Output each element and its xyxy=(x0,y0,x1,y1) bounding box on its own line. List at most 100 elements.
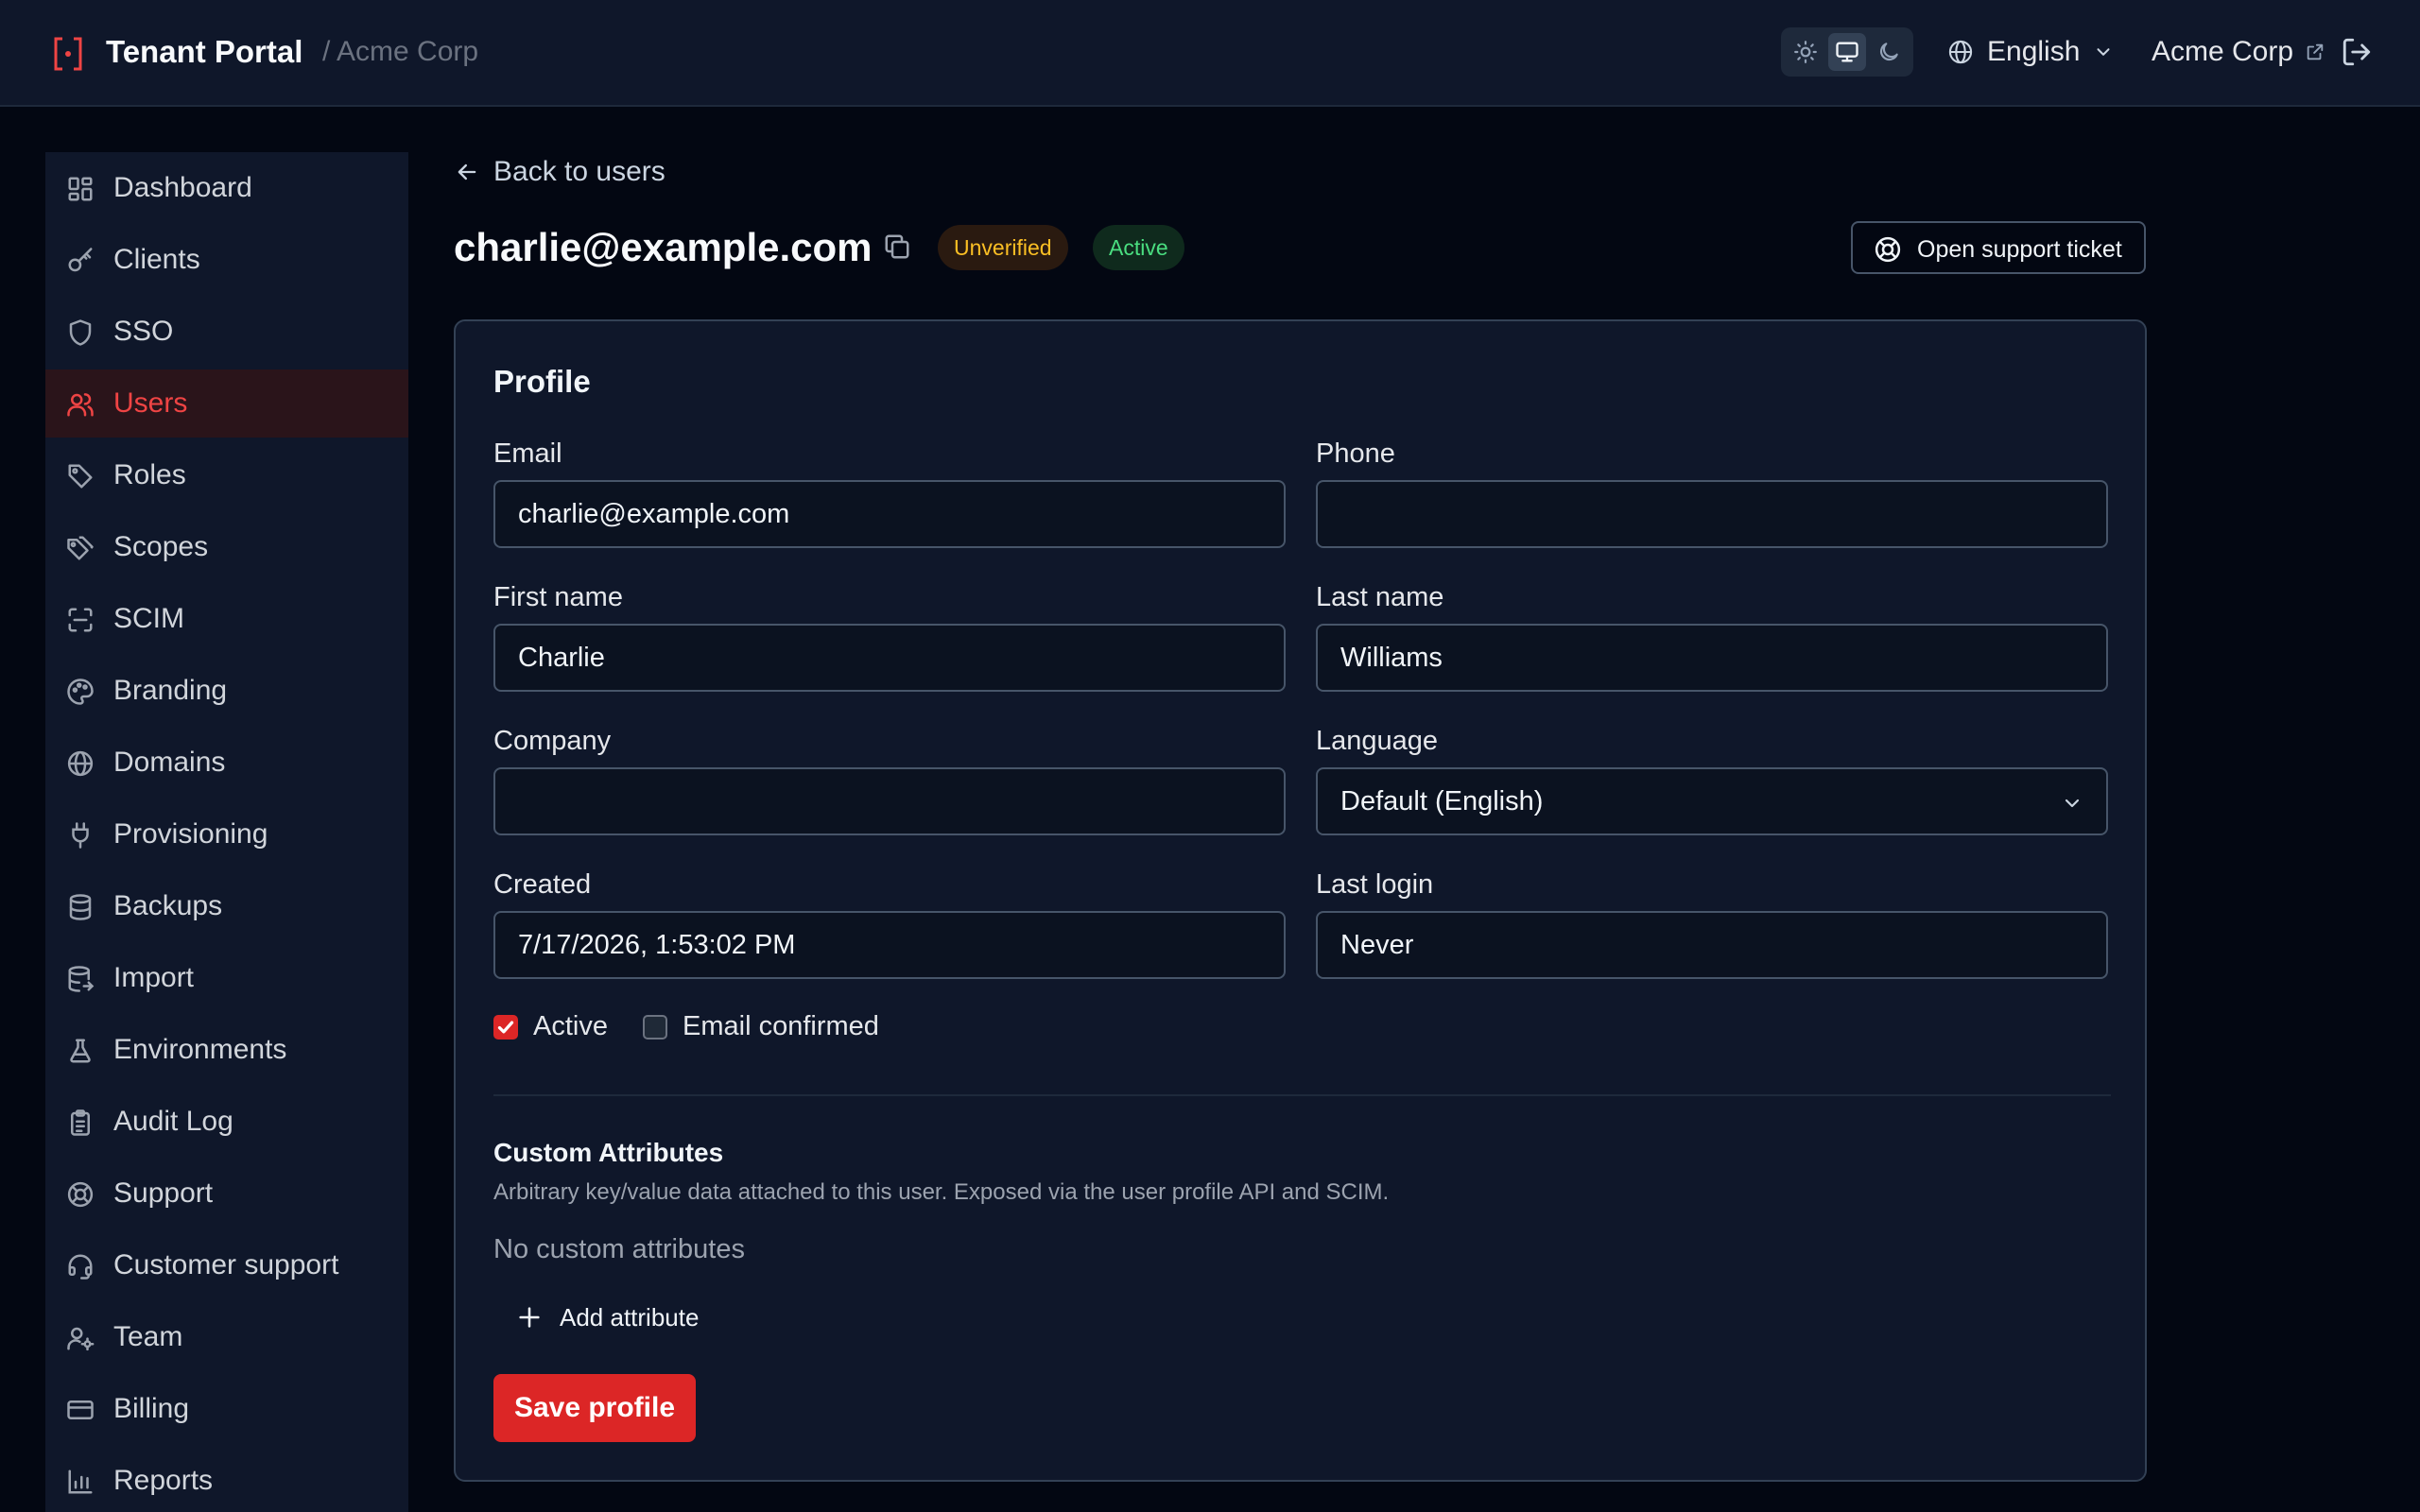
back-link-label: Back to users xyxy=(493,156,666,187)
add-attribute-label: Add attribute xyxy=(560,1303,700,1332)
sidebar-item-environments[interactable]: Environments xyxy=(45,1016,408,1084)
sidebar-item-reports[interactable]: Reports xyxy=(45,1447,408,1512)
breadcrumb: / Acme Corp xyxy=(322,36,479,67)
external-link-icon xyxy=(2307,43,2324,60)
sidebar-item-roles[interactable]: Roles xyxy=(45,441,408,509)
theme-switcher xyxy=(1781,27,1913,77)
last-login-field: Never xyxy=(1316,911,2108,979)
status-badge: Active xyxy=(1093,225,1184,270)
team-icon xyxy=(67,1327,95,1351)
active-checkbox[interactable] xyxy=(493,1015,518,1040)
sidebar-item-label: Environments xyxy=(113,1034,287,1065)
sidebar-item-import[interactable]: Import xyxy=(45,944,408,1012)
sidebar-item-provisioning[interactable]: Provisioning xyxy=(45,800,408,868)
sidebar-item-label: Customer support xyxy=(113,1249,339,1280)
sidebar-item-label: Support xyxy=(113,1177,214,1209)
language-label: English xyxy=(1987,36,2081,67)
checkmark-icon xyxy=(497,1021,514,1034)
clipboard-icon xyxy=(71,1109,90,1136)
active-checkbox-label: Active xyxy=(533,1011,608,1041)
plug-icon xyxy=(72,822,89,849)
copy-email-button[interactable] xyxy=(883,232,913,263)
first-name-label: First name xyxy=(493,582,623,612)
language-label: Language xyxy=(1316,726,1439,756)
sidebar-item-scopes[interactable]: Scopes xyxy=(45,513,408,581)
logout-icon xyxy=(2342,38,2371,66)
created-field: 7/17/2026, 1:53:02 PM xyxy=(493,911,1286,979)
logout-button[interactable] xyxy=(2341,36,2375,70)
sidebar-item-label: Billing xyxy=(113,1393,190,1424)
phone-field[interactable] xyxy=(1316,480,2108,548)
theme-light-button[interactable] xyxy=(1787,33,1824,71)
save-profile-button[interactable]: Save profile xyxy=(493,1374,696,1442)
chevron-down-icon xyxy=(2065,799,2080,808)
sidebar-item-customer-support[interactable]: Customer support xyxy=(45,1231,408,1299)
life-buoy-icon xyxy=(67,1181,94,1208)
sidebar-item-support[interactable]: Support xyxy=(45,1160,408,1228)
custom-attributes-title: Custom Attributes xyxy=(493,1138,724,1167)
open-support-ticket-button[interactable]: Open support ticket xyxy=(1851,221,2146,274)
sidebar-item-label: SSO xyxy=(113,316,174,347)
org-link[interactable]: Acme Corp xyxy=(2152,31,2325,73)
sidebar-item-billing[interactable]: Billing xyxy=(45,1375,408,1443)
sidebar-item-branding[interactable]: Branding xyxy=(45,657,408,725)
flask-icon xyxy=(70,1039,91,1063)
support-button-label: Open support ticket xyxy=(1917,236,2122,263)
created-label: Created xyxy=(493,869,592,900)
language-select-value: Default (English) xyxy=(1340,786,1544,816)
profile-card: Profile Email charlie@example.com Phone … xyxy=(454,319,2147,1482)
email-field[interactable]: charlie@example.com xyxy=(493,480,1286,548)
sidebar-item-domains[interactable]: Domains xyxy=(45,729,408,797)
theme-dark-button[interactable] xyxy=(1870,33,1908,71)
sidebar-item-clients[interactable]: Clients xyxy=(45,226,408,294)
custom-attributes-empty: No custom attributes xyxy=(493,1234,745,1264)
monitor-icon xyxy=(1836,42,1858,62)
arrow-left-icon xyxy=(458,163,476,180)
sidebar-item-scim[interactable]: SCIM xyxy=(45,585,408,653)
sidebar-item-label: SCIM xyxy=(113,603,184,634)
sidebar-item-label: Domains xyxy=(113,747,226,778)
company-field[interactable] xyxy=(493,767,1286,835)
page-title: charlie@example.com xyxy=(454,225,873,269)
sidebar-item-team[interactable]: Team xyxy=(45,1303,408,1371)
phone-label: Phone xyxy=(1316,438,1395,469)
bar-chart-icon xyxy=(68,1469,93,1494)
sidebar-item-audit-log[interactable]: Audit Log xyxy=(45,1088,408,1156)
last-name-field[interactable]: Williams xyxy=(1316,624,2108,692)
sidebar-item-label: Roles xyxy=(113,459,186,490)
sidebar-item-label: Backups xyxy=(113,890,223,921)
key-icon xyxy=(68,248,93,272)
language-selector[interactable]: English xyxy=(1947,31,2114,73)
sidebar-item-dashboard[interactable]: Dashboard xyxy=(45,154,408,222)
sidebar-item-label: Import xyxy=(113,962,195,993)
tags-icon xyxy=(67,536,94,560)
back-to-users-link[interactable]: Back to users xyxy=(454,153,666,191)
chevron-down-icon xyxy=(2097,48,2110,56)
credit-card-icon xyxy=(67,1400,94,1419)
sidebar-item-backups[interactable]: Backups xyxy=(45,872,408,940)
database-import-icon xyxy=(68,966,95,992)
sidebar-item-label: Clients xyxy=(113,244,200,275)
email-confirmed-checkbox[interactable] xyxy=(643,1015,667,1040)
sidebar-item-label: Reports xyxy=(113,1465,214,1496)
sidebar-item-sso[interactable]: SSO xyxy=(45,298,408,366)
brand-logo-icon xyxy=(53,36,83,72)
scan-icon xyxy=(68,608,93,632)
sidebar-item-label: Audit Log xyxy=(113,1106,233,1137)
headset-icon xyxy=(68,1254,93,1280)
moon-icon xyxy=(1879,43,1898,61)
copy-icon xyxy=(885,234,909,259)
sidebar-item-label: Provisioning xyxy=(113,818,268,850)
users-icon xyxy=(67,393,94,417)
first-name-field[interactable]: Charlie xyxy=(493,624,1286,692)
last-login-label: Last login xyxy=(1316,869,1434,900)
language-select[interactable]: Default (English) xyxy=(1316,767,2108,835)
palette-icon xyxy=(67,679,94,705)
life-buoy-icon xyxy=(1875,236,1901,263)
globe-icon xyxy=(1948,40,1973,64)
sidebar-item-label: Team xyxy=(113,1321,183,1352)
sidebar-item-label: Users xyxy=(113,387,188,419)
theme-system-button[interactable] xyxy=(1828,33,1866,71)
sidebar-item-users[interactable]: Users xyxy=(45,369,408,438)
sidebar-item-label: Scopes xyxy=(113,531,209,562)
